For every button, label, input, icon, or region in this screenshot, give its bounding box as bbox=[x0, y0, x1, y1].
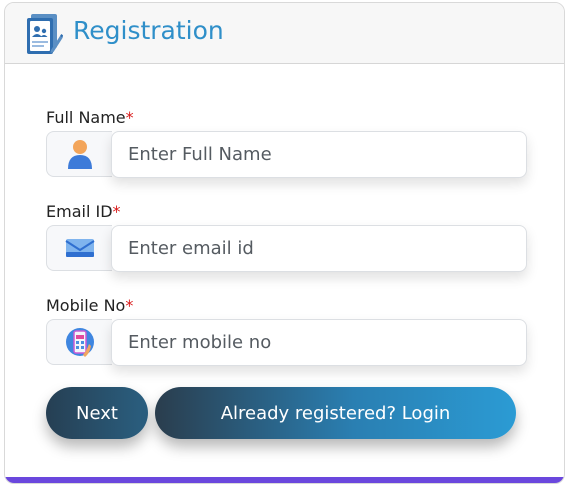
registration-form-icon bbox=[27, 14, 63, 54]
email-label-text: Email ID bbox=[46, 202, 113, 221]
full-name-label: Full Name* bbox=[46, 108, 134, 128]
mobile-input[interactable] bbox=[111, 319, 527, 366]
required-mark: * bbox=[125, 108, 134, 127]
email-label: Email ID* bbox=[46, 202, 121, 222]
mobile-label-text: Mobile No bbox=[46, 296, 126, 315]
required-mark: * bbox=[125, 296, 134, 315]
email-input[interactable] bbox=[111, 225, 527, 272]
email-addon bbox=[46, 225, 112, 271]
full-name-label-text: Full Name bbox=[46, 108, 126, 127]
bottom-accent-bar bbox=[5, 477, 564, 483]
envelope-icon bbox=[64, 239, 95, 257]
mobile-addon bbox=[46, 319, 112, 365]
page-title: Registration bbox=[73, 16, 224, 45]
person-icon bbox=[67, 140, 92, 169]
login-button[interactable]: Already registered? Login bbox=[155, 387, 516, 439]
full-name-addon bbox=[46, 131, 112, 177]
full-name-input[interactable] bbox=[111, 131, 527, 178]
next-button[interactable]: Next bbox=[46, 387, 148, 439]
mobile-label: Mobile No* bbox=[46, 296, 133, 316]
mobile-phone-icon bbox=[65, 328, 94, 357]
registration-card: Registration Full Name* Email ID* Mobile… bbox=[4, 2, 565, 484]
card-header: Registration bbox=[5, 3, 564, 64]
required-mark: * bbox=[112, 202, 121, 221]
